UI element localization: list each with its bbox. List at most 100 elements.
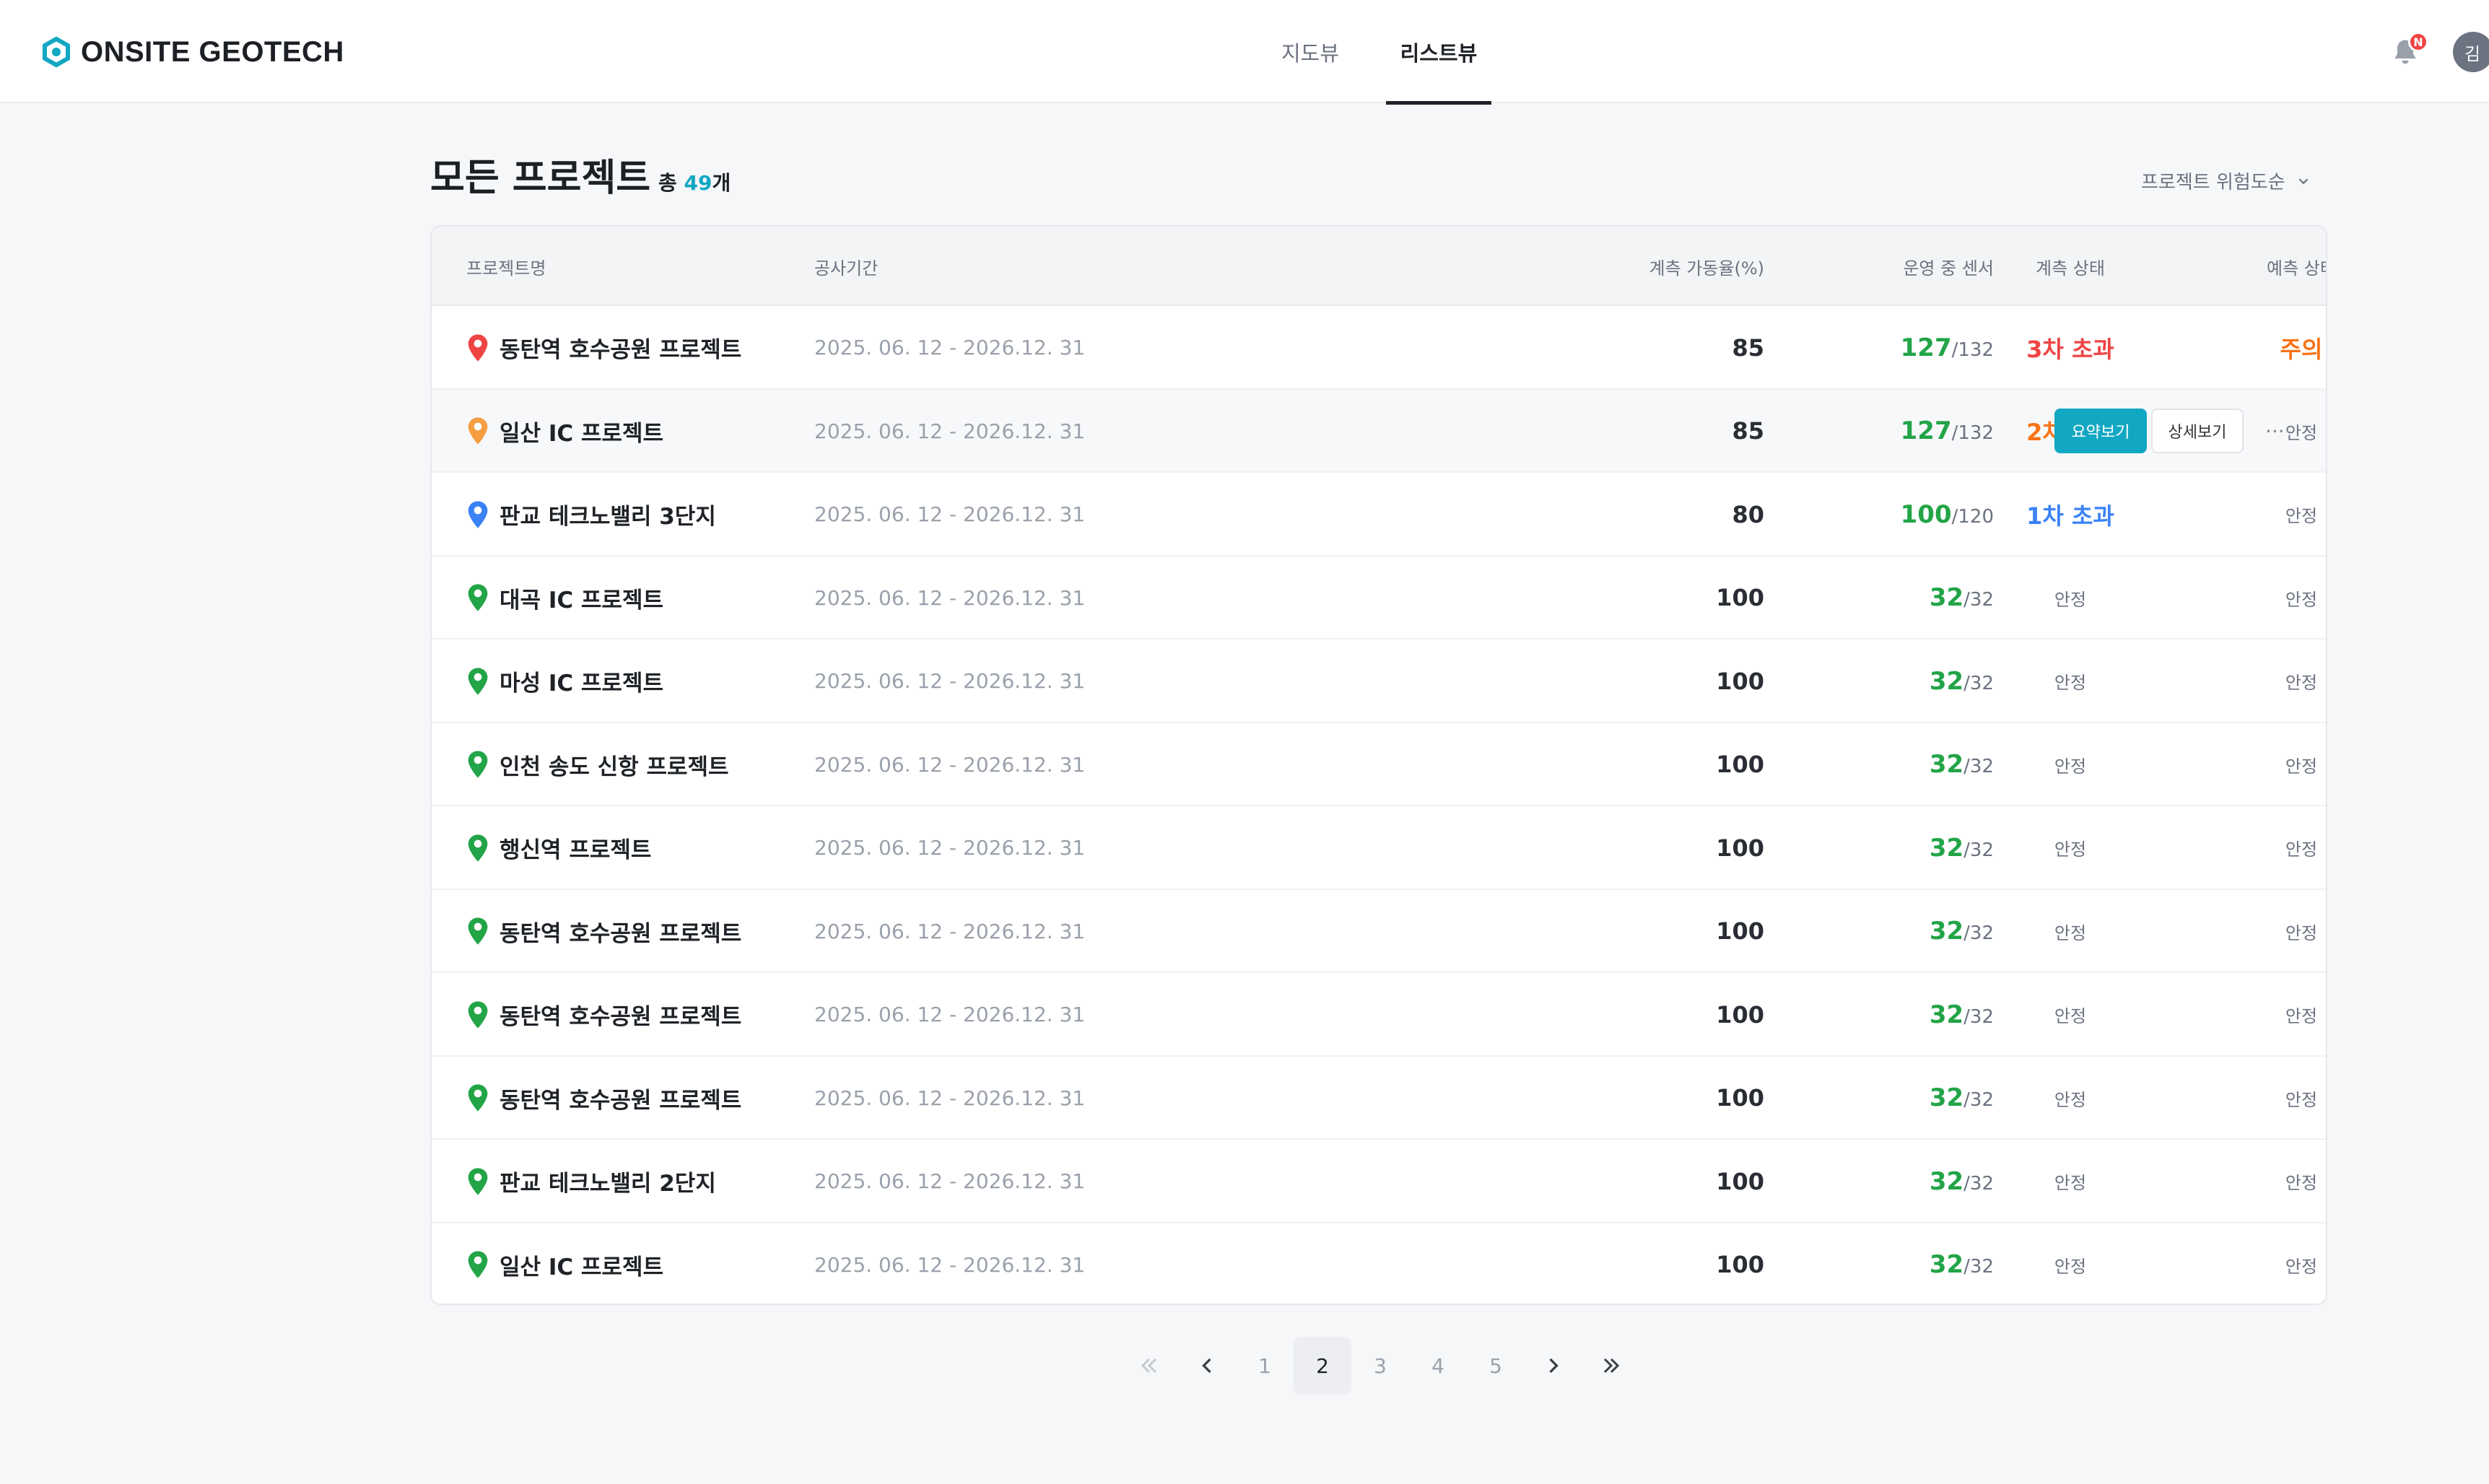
project-name: 마성 IC 프로젝트: [500, 671, 663, 697]
project-period: 2025. 06. 12 - 2026.12. 31: [814, 836, 1086, 860]
project-name: 동탄역 호수공원 프로젝트: [500, 1004, 742, 1030]
column-header-measure-status[interactable]: 계측 상태: [1984, 227, 2157, 306]
table-row[interactable]: 대곡 IC 프로젝트 2025. 06. 12 - 2026.12. 31 100 3…: [432, 556, 2326, 640]
sort-dropdown[interactable]: 프로젝트 위험도순: [2141, 167, 2311, 194]
next-page-button[interactable]: [1525, 1337, 1582, 1394]
table-row[interactable]: 일산 IC 프로젝트 2025. 06. 12 - 2026.12. 31 85 12…: [432, 389, 2326, 473]
project-name-cell[interactable]: 행신역 프로젝트: [466, 806, 651, 889]
map-pin-icon: [468, 333, 488, 362]
detail-button[interactable]: 상세보기: [2151, 409, 2244, 453]
pagination: 1 2 3 4 5: [0, 1337, 2489, 1394]
page-button-2[interactable]: 2: [1294, 1337, 1351, 1394]
column-header-predict-status[interactable]: 예측 상태: [2215, 227, 2326, 306]
project-name: 행신역 프로젝트: [500, 837, 652, 863]
avatar[interactable]: 김: [2453, 32, 2489, 72]
predict-status: 안정: [2285, 1089, 2318, 1110]
column-header-sensors[interactable]: 운영 중 센서: [1803, 227, 1994, 306]
prev-page-button[interactable]: [1178, 1337, 1236, 1394]
page-title: 모든 프로젝트: [430, 157, 651, 200]
table-row[interactable]: 동탄역 호수공원 프로젝트 2025. 06. 12 - 2026.12. 31 8…: [432, 306, 2326, 390]
sensor-count: 32/32: [1803, 1223, 1994, 1304]
predict-status: 안정: [2285, 839, 2318, 860]
table-row[interactable]: 마성 IC 프로젝트 2025. 06. 12 - 2026.12. 31 100 3…: [432, 640, 2326, 723]
sensor-count: 127/132: [1803, 390, 1994, 473]
column-header-rate[interactable]: 계측 가동율(%): [1392, 227, 1764, 306]
map-pin-icon: [468, 1084, 488, 1112]
table-row[interactable]: 동탄역 호수공원 프로젝트 2025. 06. 12 - 2026.12. 31 1…: [432, 973, 2326, 1057]
summary-button[interactable]: 요약보기: [2054, 409, 2147, 453]
first-page-button[interactable]: [1120, 1337, 1178, 1394]
measure-rate: 100: [1716, 1167, 1764, 1195]
table-row[interactable]: 동탄역 호수공원 프로젝트 2025. 06. 12 - 2026.12. 31 1…: [432, 890, 2326, 973]
map-pin-icon: [468, 751, 488, 778]
total-count: 총 49개: [658, 167, 731, 196]
project-name-cell[interactable]: 판교 테크노밸리 3단지: [466, 473, 716, 556]
more-options-icon[interactable]: ···: [2265, 419, 2285, 443]
project-name: 판교 테크노밸리 2단지: [500, 1171, 716, 1197]
measure-rate: 100: [1716, 584, 1764, 611]
tab-list-view[interactable]: 리스트뷰: [1386, 0, 1491, 105]
total-suffix: 개: [712, 171, 731, 195]
measure-rate: 100: [1716, 834, 1764, 862]
page-button-4[interactable]: 4: [1409, 1337, 1467, 1394]
table-row[interactable]: 인천 송도 신항 프로젝트 2025. 06. 12 - 2026.12. 31 1…: [432, 723, 2326, 806]
project-period: 2025. 06. 12 - 2026.12. 31: [814, 752, 1086, 777]
measure-status: 안정: [2054, 756, 2087, 777]
measure-rate: 85: [1732, 333, 1764, 362]
project-period: 2025. 06. 12 - 2026.12. 31: [814, 919, 1086, 943]
sensor-active: 100: [1900, 499, 1952, 529]
sensor-count: 100/120: [1803, 473, 1994, 556]
double-chevron-right-icon: [1603, 1358, 1620, 1374]
table-row[interactable]: 판교 테크노밸리 2단지 2025. 06. 12 - 2026.12. 31 10…: [432, 1140, 2326, 1223]
project-name: 동탄역 호수공원 프로젝트: [500, 1087, 742, 1114]
project-name: 인천 송도 신항 프로젝트: [500, 754, 729, 780]
predict-status: 안정: [2285, 756, 2318, 777]
predict-status: 주의: [2280, 335, 2323, 363]
measure-status: 안정: [2054, 1173, 2087, 1193]
table-row[interactable]: 동탄역 호수공원 프로젝트 2025. 06. 12 - 2026.12. 31 1…: [432, 1057, 2326, 1140]
last-page-button[interactable]: [1582, 1337, 1640, 1394]
project-name: 일산 IC 프로젝트: [500, 1254, 663, 1280]
sensor-count: 32/32: [1803, 890, 1994, 973]
sensor-count: 32/32: [1803, 723, 1994, 806]
sensor-active: 32: [1929, 1083, 1964, 1112]
total-number: 49: [684, 171, 712, 195]
predict-status: 안정: [2285, 1256, 2318, 1277]
sensor-count: 32/32: [1803, 640, 1994, 723]
page-button-1[interactable]: 1: [1236, 1337, 1294, 1394]
column-header-project-name[interactable]: 프로젝트명: [466, 227, 546, 306]
brand-logo[interactable]: ONSITE GEOTECH: [40, 32, 344, 72]
project-name-cell[interactable]: 대곡 IC 프로젝트: [466, 556, 663, 640]
table-row[interactable]: 일산 IC 프로젝트 2025. 06. 12 - 2026.12. 31 100 3…: [432, 1223, 2326, 1304]
page-button-5[interactable]: 5: [1467, 1337, 1525, 1394]
project-name-cell[interactable]: 인천 송도 신항 프로젝트: [466, 723, 729, 806]
predict-status: 안정: [2285, 673, 2318, 693]
tab-map-view[interactable]: 지도뷰: [1263, 0, 1357, 103]
sort-label: 프로젝트 위험도순: [2141, 172, 2285, 193]
project-period: 2025. 06. 12 - 2026.12. 31: [814, 669, 1086, 693]
project-name-cell[interactable]: 마성 IC 프로젝트: [466, 640, 663, 723]
row-actions: 요약보기 상세보기 ···: [2054, 390, 2285, 473]
project-name-cell[interactable]: 판교 테크노밸리 2단지: [466, 1140, 716, 1223]
project-period: 2025. 06. 12 - 2026.12. 31: [814, 502, 1086, 526]
project-name-cell[interactable]: 동탄역 호수공원 프로젝트: [466, 890, 741, 973]
project-name-cell[interactable]: 일산 IC 프로젝트: [466, 390, 663, 473]
map-pin-icon: [468, 1167, 488, 1195]
project-name-cell[interactable]: 동탄역 호수공원 프로젝트: [466, 306, 741, 389]
table-row[interactable]: 행신역 프로젝트 2025. 06. 12 - 2026.12. 31 100 32/…: [432, 806, 2326, 890]
sensor-count: 127/132: [1803, 306, 1994, 389]
column-header-period[interactable]: 공사기간: [814, 227, 878, 306]
measure-status: 3차 초과: [2026, 335, 2114, 363]
project-name: 동탄역 호수공원 프로젝트: [500, 920, 742, 947]
project-period: 2025. 06. 12 - 2026.12. 31: [814, 336, 1086, 359]
sensor-count: 32/32: [1803, 556, 1994, 640]
sensor-active: 32: [1929, 666, 1964, 696]
measure-status: 안정: [2054, 589, 2087, 610]
measure-status: 1차 초과: [2026, 502, 2114, 530]
project-name-cell[interactable]: 동탄역 호수공원 프로젝트: [466, 1057, 741, 1140]
page-button-3[interactable]: 3: [1351, 1337, 1409, 1394]
project-name-cell[interactable]: 동탄역 호수공원 프로젝트: [466, 973, 741, 1056]
project-period: 2025. 06. 12 - 2026.12. 31: [814, 1003, 1086, 1026]
table-row[interactable]: 판교 테크노밸리 3단지 2025. 06. 12 - 2026.12. 31 80…: [432, 473, 2326, 556]
project-name-cell[interactable]: 일산 IC 프로젝트: [466, 1223, 663, 1304]
